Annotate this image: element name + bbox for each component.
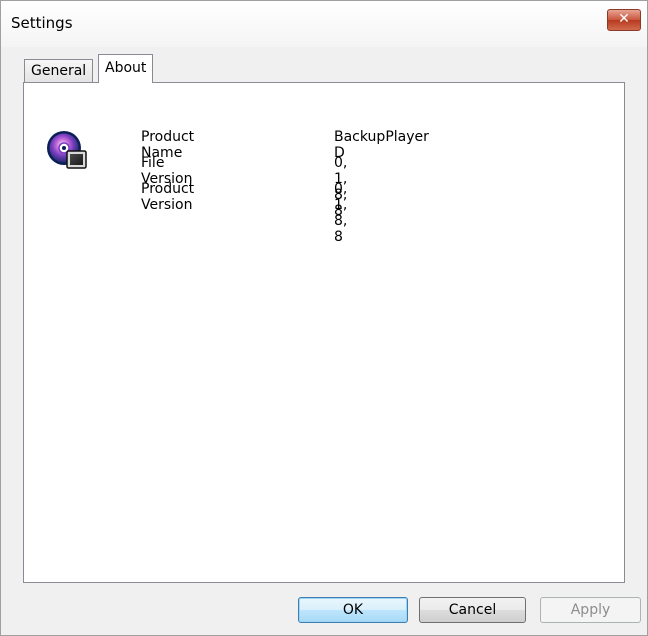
product-name-value: BackupPlayer D (334, 129, 429, 161)
apply-button[interactable]: Apply (540, 597, 641, 623)
backup-player-disc-icon (47, 131, 87, 169)
about-panel: Product Name BackupPlayer D File Version… (23, 82, 625, 583)
tab-strip: General About (24, 53, 624, 83)
product-version-label: Product Version (141, 181, 195, 213)
title-bar[interactable]: Settings ✕ (1, 1, 647, 47)
window-title: Settings (11, 14, 73, 32)
close-button[interactable]: ✕ (607, 9, 641, 31)
ok-button[interactable]: OK (298, 597, 408, 623)
tab-general[interactable]: General (24, 59, 94, 83)
cancel-button[interactable]: Cancel (419, 597, 526, 623)
close-icon: ✕ (618, 11, 630, 27)
tab-about[interactable]: About (98, 54, 154, 83)
product-version-value: 0, 1, 8, 8 (334, 181, 348, 245)
settings-dialog: Settings ✕ General About Product Name Ba… (0, 0, 648, 636)
